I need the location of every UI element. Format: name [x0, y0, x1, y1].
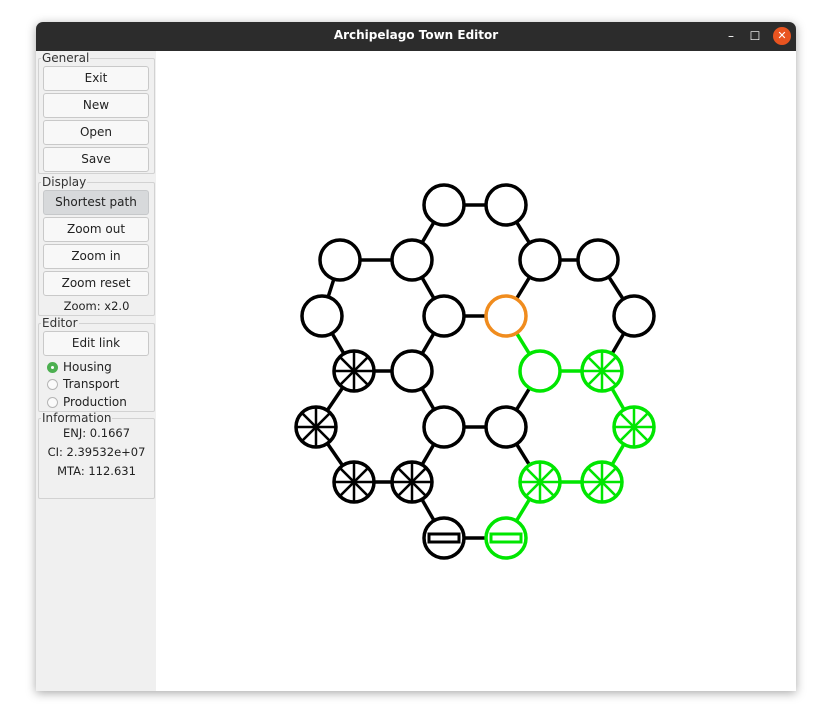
graph-svg[interactable]: [156, 51, 796, 691]
node-n22-star[interactable]: [580, 460, 624, 504]
general-group: General Exit New Open Save: [38, 52, 155, 174]
node-circle[interactable]: [484, 183, 528, 227]
node-n14-star[interactable]: [580, 349, 624, 393]
node-n2-plain[interactable]: [484, 183, 528, 227]
information-group: Information ENJ: 0.1667 CI: 2.39532e+07 …: [38, 412, 155, 499]
node-n8-plain[interactable]: [422, 294, 466, 338]
node-circle[interactable]: [422, 405, 466, 449]
ci-value: CI: 2.39532e+07: [47, 445, 146, 459]
node-circle[interactable]: [318, 238, 362, 282]
radio-transport-label: Transport: [63, 377, 120, 391]
node-n20-star[interactable]: [390, 460, 434, 504]
node-circle[interactable]: [484, 405, 528, 449]
node-circle[interactable]: [518, 349, 562, 393]
node-n16-plain[interactable]: [422, 405, 466, 449]
node-n9-plain[interactable]: [484, 294, 528, 338]
close-icon[interactable]: ✕: [773, 27, 791, 45]
node-n1-plain[interactable]: [422, 183, 466, 227]
display-group-label: Display: [41, 175, 88, 189]
node-n10-plain[interactable]: [612, 294, 656, 338]
node-n7-plain[interactable]: [300, 294, 344, 338]
node-circle[interactable]: [422, 294, 466, 338]
node-n11-star[interactable]: [332, 349, 376, 393]
node-circle[interactable]: [484, 294, 528, 338]
node-n18-star[interactable]: [612, 405, 656, 449]
node-circle[interactable]: [300, 294, 344, 338]
zoom-level-text: Zoom: x2.0: [63, 299, 130, 313]
transport-bar-icon: [427, 532, 461, 544]
enj-value: ENJ: 0.1667: [62, 426, 131, 440]
edit-link-button[interactable]: Edit link: [43, 331, 149, 356]
node-circle[interactable]: [390, 349, 434, 393]
window-title: Archipelago Town Editor: [333, 28, 499, 42]
node-n24-bar[interactable]: [484, 516, 528, 560]
node-circle[interactable]: [576, 238, 620, 282]
mta-value: MTA: 112.631: [57, 464, 136, 478]
save-button[interactable]: Save: [43, 147, 149, 172]
open-button[interactable]: Open: [43, 120, 149, 145]
radio-housing-label: Housing: [63, 360, 112, 374]
zoom-out-button[interactable]: Zoom out: [43, 217, 149, 242]
general-group-label: General: [41, 51, 91, 65]
shortest-path-button[interactable]: Shortest path: [43, 190, 149, 215]
radio-production-label: Production: [63, 395, 127, 409]
node-n12-plain[interactable]: [390, 349, 434, 393]
radio-checked-icon: [47, 362, 58, 373]
node-n6-plain[interactable]: [576, 238, 620, 282]
radio-unchecked-icon: [47, 379, 58, 390]
display-group: Display Shortest path Zoom out Zoom in Z…: [38, 176, 155, 316]
node-circle[interactable]: [612, 294, 656, 338]
node-n19-star[interactable]: [332, 460, 376, 504]
editor-group: Editor Edit link Housing Transport Produ…: [38, 317, 155, 412]
node-n13-plain[interactable]: [518, 349, 562, 393]
zoom-reset-button[interactable]: Zoom reset: [43, 271, 149, 296]
app-window: Archipelago Town Editor – ☐ ✕ General Ex…: [36, 22, 796, 691]
information-group-label: Information: [41, 411, 113, 425]
node-n5-plain[interactable]: [518, 238, 562, 282]
transport-bar-icon: [489, 532, 523, 544]
zoom-in-button[interactable]: Zoom in: [43, 244, 149, 269]
maximize-icon[interactable]: ☐: [746, 27, 764, 45]
title-bar[interactable]: Archipelago Town Editor – ☐ ✕: [36, 22, 796, 51]
new-button[interactable]: New: [43, 93, 149, 118]
node-circle[interactable]: [518, 238, 562, 282]
exit-button[interactable]: Exit: [43, 66, 149, 91]
node-n23-bar[interactable]: [422, 516, 466, 560]
node-n4-plain[interactable]: [390, 238, 434, 282]
graph-canvas[interactable]: [156, 51, 796, 691]
node-circle[interactable]: [390, 238, 434, 282]
node-n21-star[interactable]: [518, 460, 562, 504]
editor-group-label: Editor: [41, 316, 79, 330]
minimize-icon[interactable]: –: [722, 27, 740, 45]
radio-unchecked-icon: [47, 397, 58, 408]
node-n3-plain[interactable]: [318, 238, 362, 282]
node-n17-plain[interactable]: [484, 405, 528, 449]
sidebar: General Exit New Open Save Display Short…: [36, 51, 156, 691]
node-n15-star[interactable]: [294, 405, 338, 449]
node-circle[interactable]: [422, 183, 466, 227]
